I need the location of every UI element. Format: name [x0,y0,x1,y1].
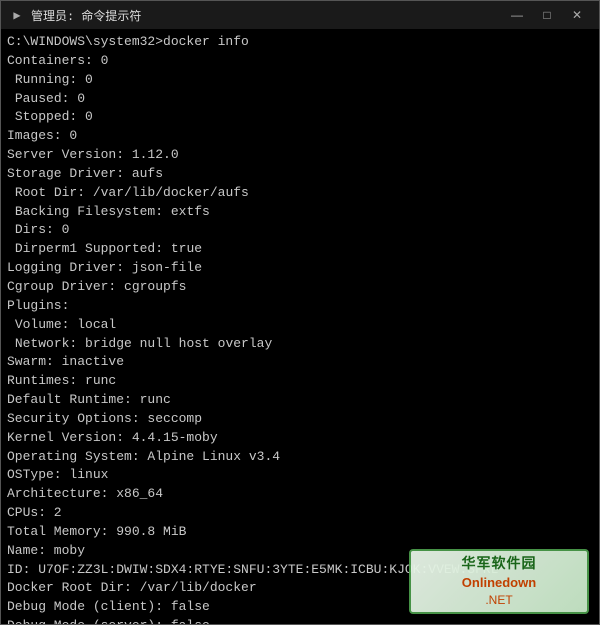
terminal-area[interactable]: C:\WINDOWS\system32>docker info Containe… [1,29,599,624]
watermark-domain: .NET [485,592,512,609]
minimize-button[interactable]: — [503,4,531,26]
window: ▶ 管理员: 命令提示符 — □ ✕ C:\WINDOWS\system32>d… [0,0,600,625]
terminal-output: C:\WINDOWS\system32>docker info Containe… [7,33,593,624]
watermark-subtitle: Onlinedown [462,574,536,593]
close-button[interactable]: ✕ [563,4,591,26]
app-icon: ▶ [9,7,25,23]
window-controls: — □ ✕ [503,4,591,26]
maximize-button[interactable]: □ [533,4,561,26]
window-title: 管理员: 命令提示符 [31,7,503,24]
title-bar: ▶ 管理员: 命令提示符 — □ ✕ [1,1,599,29]
watermark: 华军软件园 Onlinedown .NET [409,549,589,614]
watermark-title: 华军软件园 [462,553,537,573]
